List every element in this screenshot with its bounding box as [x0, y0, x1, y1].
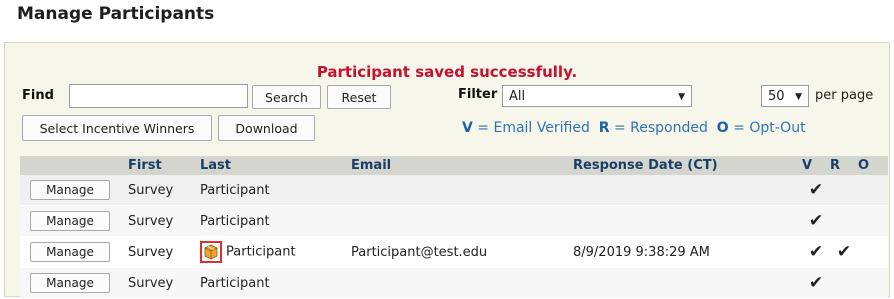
last-cell: Participant [196, 236, 347, 268]
email-cell [347, 175, 569, 206]
email-cell: Participant@test.edu [347, 236, 569, 268]
email-verified-check-icon: ✔ [802, 175, 830, 206]
success-message: Participant saved successfully. [316, 63, 578, 81]
response-date-cell [569, 205, 802, 237]
select-incentive-winners-button[interactable]: Select Incentive Winners [22, 115, 212, 141]
dropdown-arrow-icon: ▼ [678, 92, 685, 102]
last-cell: Participant [196, 267, 347, 299]
legend-r-key: R [598, 120, 610, 136]
action-column-header [20, 156, 124, 175]
filter-select-value: All [509, 88, 526, 104]
email-cell [347, 205, 569, 237]
email-column-header[interactable]: Email [347, 156, 569, 175]
last-cell: Participant [196, 205, 347, 237]
responded-cell [830, 267, 858, 299]
opt-out-cell [858, 205, 888, 237]
table-row: Manage Survey Participant ✔ [20, 205, 888, 237]
last-cell: Participant [196, 175, 347, 206]
download-button[interactable]: Download [218, 115, 315, 141]
legend-v-text: = Email Verified [477, 120, 590, 136]
o-column-header[interactable]: O [858, 156, 888, 175]
table-row: Manage Survey Participant ✔ [20, 267, 888, 299]
filter-select[interactable]: All ▼ [502, 85, 692, 107]
first-cell: Survey [124, 175, 196, 206]
response-date-cell [569, 175, 802, 206]
email-verified-check-icon: ✔ [802, 236, 830, 268]
search-button[interactable]: Search [252, 85, 321, 109]
opt-out-cell [858, 236, 888, 268]
find-input[interactable] [69, 84, 248, 108]
first-cell: Survey [124, 205, 196, 237]
response-date-cell [569, 267, 802, 299]
v-column-header[interactable]: V [802, 156, 830, 175]
per-page-label: per page [815, 88, 874, 103]
page-size-select[interactable]: 50 ▼ [761, 85, 809, 107]
responded-check-icon: ✔ [830, 236, 858, 268]
status-legend: V = Email Verified R = Responded O = Opt… [462, 120, 806, 136]
email-verified-check-icon: ✔ [802, 267, 830, 299]
reset-button[interactable]: Reset [327, 85, 391, 109]
table-header-row: First Last Email Response Date (CT) V R … [20, 156, 888, 175]
first-column-header[interactable]: First [124, 156, 196, 175]
r-column-header[interactable]: R [830, 156, 858, 175]
legend-v-key: V [462, 120, 473, 136]
table-row: Manage Survey Participant Participant@te… [20, 236, 888, 268]
opt-out-cell [858, 267, 888, 299]
email-verified-check-icon: ✔ [802, 205, 830, 237]
page-title: Manage Participants [17, 4, 215, 24]
last-name-text: Participant [226, 244, 296, 260]
manage-button[interactable]: Manage [30, 242, 110, 262]
responded-cell [830, 205, 858, 237]
package-icon[interactable] [200, 241, 222, 263]
first-cell: Survey [124, 267, 196, 299]
find-label: Find [22, 88, 54, 103]
first-cell: Survey [124, 236, 196, 268]
manage-panel: Participant saved successfully. Find Sea… [4, 42, 890, 299]
manage-button[interactable]: Manage [30, 180, 110, 200]
response-date-cell: 8/9/2019 9:38:29 AM [569, 236, 802, 268]
last-column-header[interactable]: Last [196, 156, 347, 175]
responded-cell [830, 175, 858, 206]
dropdown-arrow-icon: ▼ [795, 92, 802, 102]
email-cell [347, 267, 569, 299]
legend-r-text: = Responded [613, 120, 708, 136]
manage-button[interactable]: Manage [30, 211, 110, 231]
opt-out-cell [858, 175, 888, 206]
filter-label: Filter [458, 87, 498, 102]
response-date-column-header[interactable]: Response Date (CT) [569, 156, 802, 175]
legend-o-key: O [716, 120, 729, 136]
page-size-value: 50 [768, 88, 785, 104]
table-row: Manage Survey Participant ✔ [20, 175, 888, 206]
participants-table: First Last Email Response Date (CT) V R … [20, 156, 888, 299]
manage-button[interactable]: Manage [30, 273, 110, 293]
legend-o-text: = Opt-Out [733, 120, 806, 136]
